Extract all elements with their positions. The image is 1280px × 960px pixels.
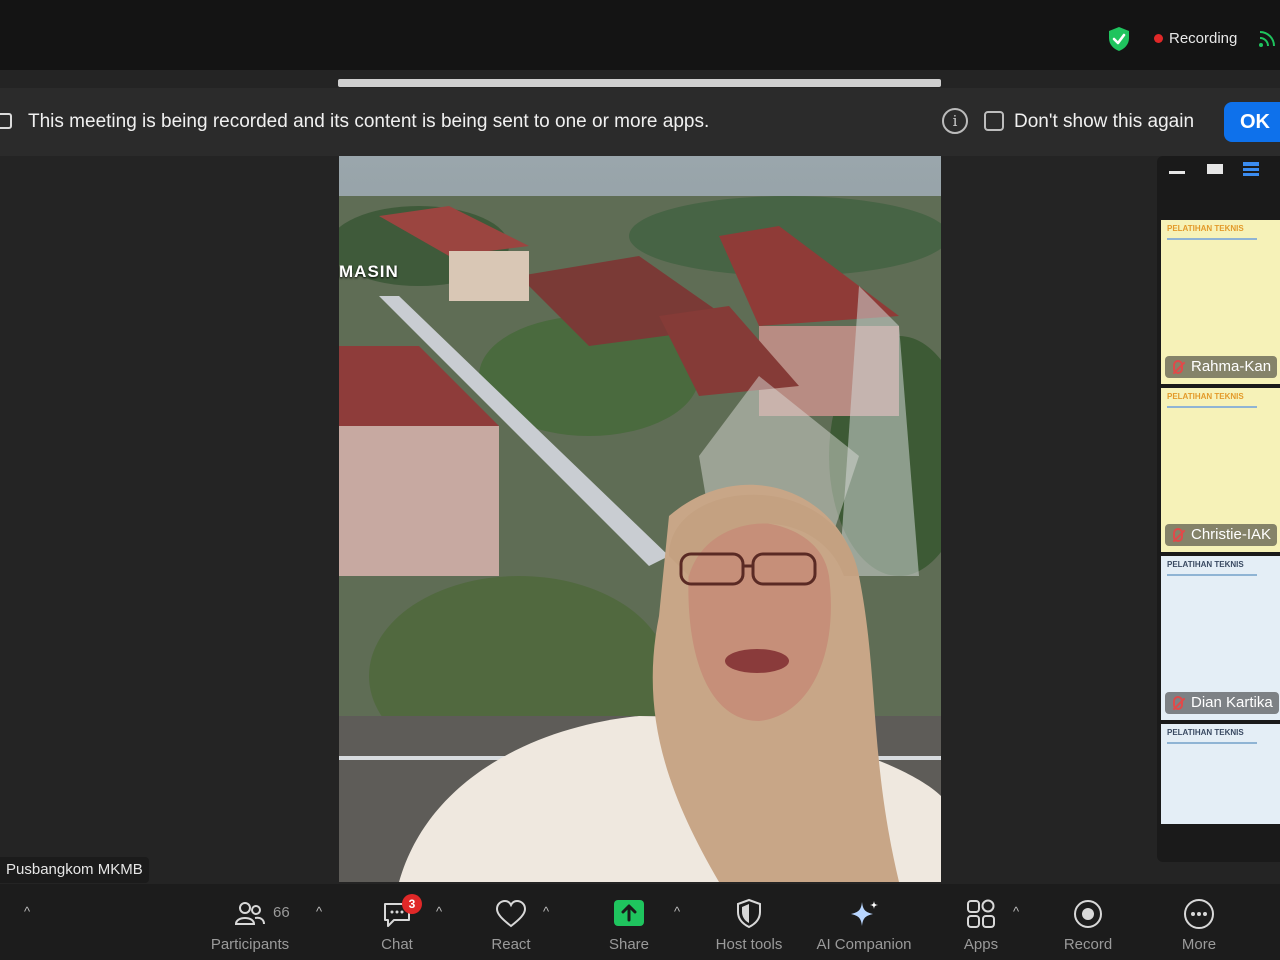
react-caret[interactable]: ^ xyxy=(543,904,549,919)
feed-icon[interactable] xyxy=(1258,30,1276,48)
audio-options-caret[interactable]: ^ xyxy=(24,904,30,919)
top-bar: Recording xyxy=(0,0,1280,70)
slide-title: PELATIHAN TEKNIS xyxy=(1167,728,1244,737)
gallery-tile[interactable]: PELATIHAN TEKNIS Rahma-Kan xyxy=(1161,220,1280,384)
participant-name: Rahma-Kan xyxy=(1165,356,1278,378)
gallery-tile[interactable]: PELATIHAN TEKNIS Dian Kartika xyxy=(1161,556,1280,720)
more-icon xyxy=(1184,899,1214,929)
chat-unread-badge: 3 xyxy=(402,894,422,914)
apps-label: Apps xyxy=(963,936,999,953)
host-tools-button[interactable]: Host tools xyxy=(706,884,792,960)
record-button[interactable]: Record xyxy=(1053,884,1123,960)
ai-companion-label: AI Companion xyxy=(816,936,912,953)
host-tools-label: Host tools xyxy=(715,936,783,953)
slide-title: PELATIHAN TEKNIS xyxy=(1167,392,1244,401)
slide-line xyxy=(1167,742,1257,744)
notice-window-icon xyxy=(0,113,12,129)
record-dot-icon xyxy=(1154,34,1163,43)
gallery-tile[interactable]: PELATIHAN TEKNIS xyxy=(1161,724,1280,824)
mic-muted-icon xyxy=(1173,360,1183,374)
mic-muted-icon xyxy=(1173,528,1183,542)
mic-muted-icon xyxy=(1173,696,1183,710)
chat-label: Chat xyxy=(381,936,413,953)
record-icon xyxy=(1074,900,1102,928)
active-speaker-video[interactable] xyxy=(339,156,941,882)
heart-icon xyxy=(495,899,527,928)
participants-button[interactable]: 66 Participants xyxy=(200,884,300,960)
gallery-tile[interactable]: PELATIHAN TEKNIS Christie-IAK xyxy=(1161,388,1280,552)
participants-caret[interactable]: ^ xyxy=(316,904,322,919)
participant-count: 66 xyxy=(273,904,290,921)
participant-name: Dian Kartika xyxy=(1165,692,1279,714)
share-button[interactable]: Share xyxy=(594,884,664,960)
notice-progress-bar xyxy=(338,79,941,87)
dont-show-again-checkbox[interactable] xyxy=(984,111,1004,131)
slide-title: PELATIHAN TEKNIS xyxy=(1167,224,1244,233)
record-label: Record xyxy=(1063,936,1113,953)
apps-caret[interactable]: ^ xyxy=(1013,904,1019,919)
speaker-view-icon[interactable] xyxy=(1243,162,1259,176)
apps-icon xyxy=(967,899,995,928)
slide-line xyxy=(1167,574,1257,576)
host-tools-shield-icon xyxy=(737,898,761,929)
speaker-name-tag: Pusbangkom MKMB xyxy=(0,857,149,883)
apps-button[interactable]: Apps xyxy=(946,884,1016,960)
speaker-video-frame xyxy=(339,156,941,882)
recording-label: Recording xyxy=(1169,30,1238,47)
participants-label: Participants xyxy=(210,936,290,953)
react-label: React xyxy=(491,936,531,953)
share-screen-icon xyxy=(614,900,644,926)
react-button[interactable]: React xyxy=(476,884,546,960)
shield-check-icon[interactable] xyxy=(1106,26,1132,52)
chat-caret[interactable]: ^ xyxy=(436,904,442,919)
participant-name: Christie-IAK xyxy=(1165,524,1278,546)
ai-companion-button[interactable]: AI Companion xyxy=(808,884,920,960)
slide-line xyxy=(1167,238,1257,240)
more-button[interactable]: More xyxy=(1164,884,1234,960)
strip-view-icon[interactable] xyxy=(1207,164,1223,174)
more-label: More xyxy=(1181,936,1217,953)
share-caret[interactable]: ^ xyxy=(674,904,680,919)
share-label: Share xyxy=(608,936,650,953)
chat-button[interactable]: 3 Chat xyxy=(362,884,432,960)
recording-indicator[interactable]: Recording xyxy=(1154,30,1237,47)
participants-icon xyxy=(234,902,265,925)
background-sign-text: MASIN xyxy=(339,262,399,281)
minimize-icon[interactable] xyxy=(1169,164,1185,174)
gallery-strip: PELATIHAN TEKNIS Rahma-Kan PELATIHAN TEK… xyxy=(1157,156,1280,862)
info-icon[interactable]: i xyxy=(942,108,968,134)
meeting-toolbar: ^ 66 Participants ^ 3 Chat ^ React ^ Sha… xyxy=(0,884,1280,960)
slide-line xyxy=(1167,406,1257,408)
notice-text: This meeting is being recorded and its c… xyxy=(28,111,710,132)
sparkle-icon xyxy=(851,901,878,926)
ok-button[interactable]: OK xyxy=(1224,102,1280,142)
slide-title: PELATIHAN TEKNIS xyxy=(1167,560,1244,569)
dont-show-again-label[interactable]: Don't show this again xyxy=(1014,111,1194,133)
